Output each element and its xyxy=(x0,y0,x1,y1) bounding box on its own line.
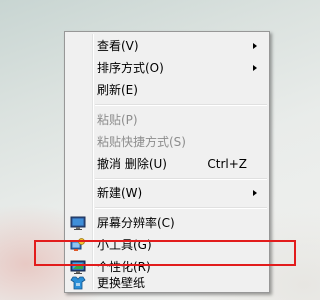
change-wallpaper-icon xyxy=(70,275,86,291)
submenu-arrow-icon xyxy=(253,43,257,49)
menu-item-label: 更换壁纸 xyxy=(97,276,146,290)
submenu-arrow-icon xyxy=(253,190,257,196)
menu-item-shortcut: Ctrl+Z xyxy=(207,157,247,171)
menu-separator xyxy=(95,178,267,180)
menu-separator xyxy=(95,207,267,209)
menu-item-sort-by[interactable]: 排序方式(O) xyxy=(67,57,267,79)
menu-item-paste: 粘贴(P) xyxy=(67,109,267,131)
menu-item-label: 查看(V) xyxy=(97,39,139,53)
menu-item-paste-shortcut: 粘贴快捷方式(S) xyxy=(67,131,267,153)
menu-item-change-wallpaper[interactable]: 更换壁纸 xyxy=(67,272,267,294)
menu-item-label: 排序方式(O) xyxy=(97,61,164,75)
menu-item-label: 粘贴快捷方式(S) xyxy=(97,135,186,149)
menu-item-label: 撤消 删除(U) xyxy=(97,157,167,171)
submenu-arrow-icon xyxy=(253,65,257,71)
menu-item-view[interactable]: 查看(V) xyxy=(67,35,267,57)
menu-item-label: 屏幕分辨率(C) xyxy=(97,216,175,230)
menu-separator xyxy=(95,104,267,106)
menu-item-undo-delete[interactable]: 撤消 删除(U) Ctrl+Z xyxy=(67,153,267,175)
menu-item-screen-resolution[interactable]: 屏幕分辨率(C) xyxy=(67,212,267,234)
menu-item-label: 新建(W) xyxy=(97,186,143,200)
menu-item-new[interactable]: 新建(W) xyxy=(67,182,267,204)
screen-resolution-icon xyxy=(70,215,86,231)
menu-item-label: 刷新(E) xyxy=(97,83,138,97)
menu-item-label: 粘贴(P) xyxy=(97,113,138,127)
menu-item-refresh[interactable]: 刷新(E) xyxy=(67,79,267,101)
annotation-highlight-box xyxy=(34,240,296,266)
